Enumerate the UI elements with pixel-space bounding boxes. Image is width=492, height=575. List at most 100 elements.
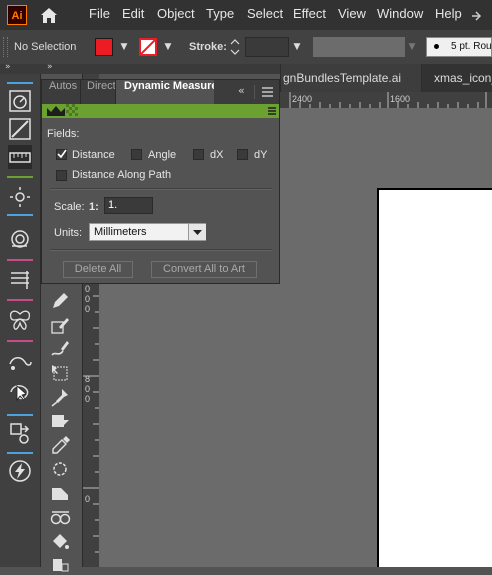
group-divider	[7, 176, 33, 178]
menu-help[interactable]: Help	[435, 6, 462, 21]
dx-label: dX	[210, 149, 224, 161]
stroke-weight-dropdown-icon[interactable]: ▼	[290, 37, 304, 57]
cursor-swirl-icon[interactable]	[7, 378, 33, 404]
tab-document-1-label: gnBundlesTemplate.ai	[283, 71, 402, 85]
stroke-weight-input[interactable]	[245, 37, 289, 57]
tab-dynamic-measure[interactable]: Dynamic Measure	[116, 80, 214, 104]
blob-brush-tool-icon[interactable]	[49, 339, 71, 359]
stroke-swatch[interactable]	[139, 38, 157, 56]
expand-panels-icon[interactable]: »	[5, 62, 11, 72]
scale-input[interactable]: 1.	[104, 197, 153, 214]
brush-label: 5 pt. Round	[451, 41, 492, 52]
group-divider	[7, 259, 33, 261]
fields-label: Fields:	[47, 128, 80, 140]
tab-direct[interactable]: Direct	[81, 80, 116, 104]
artboard[interactable]	[377, 188, 492, 567]
scale-ratio-label: 1:	[89, 201, 99, 213]
panel-menu-icon[interactable]	[262, 87, 273, 97]
menu-file[interactable]: File	[89, 6, 110, 21]
menu-window[interactable]: Window	[377, 6, 423, 21]
live-paint-tool-icon[interactable]	[49, 531, 71, 551]
variable-width-profile[interactable]	[313, 37, 405, 57]
menu-edit[interactable]: Edit	[122, 6, 144, 21]
tab-direct-label: Direct	[87, 80, 116, 92]
profile-dropdown-icon[interactable]: ▼	[405, 37, 419, 57]
menu-effect[interactable]: Effect	[293, 6, 326, 21]
vruler-label: 0	[85, 394, 91, 404]
vruler-label: 8	[85, 374, 91, 384]
menu-view[interactable]: View	[338, 6, 366, 21]
control-bar: No Selection ▼ ▼ Stroke: ▼ ▼ 5 pt. Round	[0, 30, 492, 65]
stroke-dropdown-chevron-icon[interactable]: ▼	[161, 37, 175, 57]
eyedropper-tool-icon[interactable]	[49, 435, 71, 455]
group-divider	[7, 82, 33, 84]
ruler-label-2400: 2400	[292, 94, 313, 104]
tab-document-2[interactable]: xmas_icon_	[421, 64, 492, 92]
home-icon[interactable]	[38, 4, 60, 26]
blend-tool-icon[interactable]	[49, 459, 71, 479]
lightning-icon[interactable]	[7, 458, 33, 484]
distance-along-path-label: Distance Along Path	[72, 169, 172, 181]
fill-swatch[interactable]	[95, 38, 113, 56]
measure-panel-icon[interactable]	[7, 144, 33, 170]
navigator-icon[interactable]	[7, 88, 33, 114]
group-divider	[7, 340, 33, 342]
delete-all-button[interactable]: Delete All	[63, 261, 133, 278]
shaper-tool-icon[interactable]	[49, 315, 71, 335]
units-label: Units:	[54, 227, 83, 239]
pencil-tool-icon[interactable]	[49, 291, 71, 311]
dx-checkbox[interactable]	[193, 149, 204, 160]
menu-object[interactable]: Object	[157, 6, 195, 21]
brush-dot-icon	[434, 44, 439, 49]
light-panel-icon[interactable]	[7, 184, 33, 210]
distance-along-path-checkbox[interactable]	[56, 170, 67, 181]
panel-separator	[50, 188, 272, 190]
stroke-label: Stroke:	[189, 41, 227, 53]
menu-bar: Ai File Edit Object Type Select Effect V…	[0, 0, 492, 30]
stroke-weight-stepper[interactable]	[228, 36, 242, 58]
collapse-panel-icon[interactable]: «	[238, 84, 245, 97]
spiral-panel-icon[interactable]	[7, 226, 33, 252]
graph-tool-icon[interactable]	[49, 555, 71, 575]
grip-handle[interactable]	[3, 37, 8, 57]
horizontal-ruler[interactable]: 2400 1600	[280, 92, 492, 108]
puppet-warp-tool-icon[interactable]	[49, 387, 71, 407]
plugin-menu-icon[interactable]	[268, 106, 276, 116]
menu-type[interactable]: Type	[206, 6, 234, 21]
scale-input-value: 1.	[108, 199, 118, 211]
collapse-tools-icon[interactable]: »	[47, 62, 53, 72]
fill-dropdown-chevron-icon[interactable]: ▼	[117, 37, 131, 57]
symbol-sprayer-tool-icon[interactable]	[49, 507, 71, 527]
plugin-header-bar	[42, 104, 279, 118]
tab-autos[interactable]: Autos	[42, 80, 81, 104]
distance-label: Distance	[72, 149, 115, 161]
vruler-label: 0	[85, 284, 91, 294]
tab-document-1[interactable]: gnBundlesTemplate.ai	[280, 64, 423, 92]
perspective-grid-tool-icon[interactable]	[49, 483, 71, 503]
path-tool-panel-icon[interactable]	[7, 350, 33, 376]
brush-definition[interactable]: 5 pt. Round	[426, 37, 492, 57]
shape-builder-tool-icon[interactable]	[49, 411, 71, 431]
panel-separator	[50, 249, 272, 251]
dy-checkbox[interactable]	[237, 149, 248, 160]
units-dropdown-button[interactable]	[188, 224, 206, 240]
crown-logo-icon	[47, 106, 65, 116]
butterfly-icon[interactable]	[7, 307, 33, 333]
angle-checkbox[interactable]	[131, 149, 142, 160]
transform-panel-icon[interactable]	[7, 116, 33, 142]
vruler-label: 0	[85, 294, 91, 304]
free-transform-tool-icon[interactable]	[49, 363, 71, 383]
dynamic-measure-panel: Autos Direct Dynamic Measure « Fields: D…	[41, 79, 280, 284]
export-panel-icon[interactable]	[7, 420, 33, 446]
menu-select[interactable]: Select	[247, 6, 283, 21]
checker-pattern-icon	[66, 104, 78, 116]
align-panel-icon[interactable]	[7, 267, 33, 293]
illustrator-logo: Ai	[7, 5, 27, 25]
units-select-value: Millimeters	[94, 226, 147, 238]
vruler-label: 0	[85, 494, 91, 504]
units-select[interactable]: Millimeters	[89, 223, 206, 241]
distance-checkbox[interactable]	[56, 149, 67, 160]
group-divider	[7, 299, 33, 301]
convert-all-to-art-button[interactable]: Convert All to Art	[151, 261, 257, 278]
overflow-icon[interactable]	[470, 8, 484, 22]
